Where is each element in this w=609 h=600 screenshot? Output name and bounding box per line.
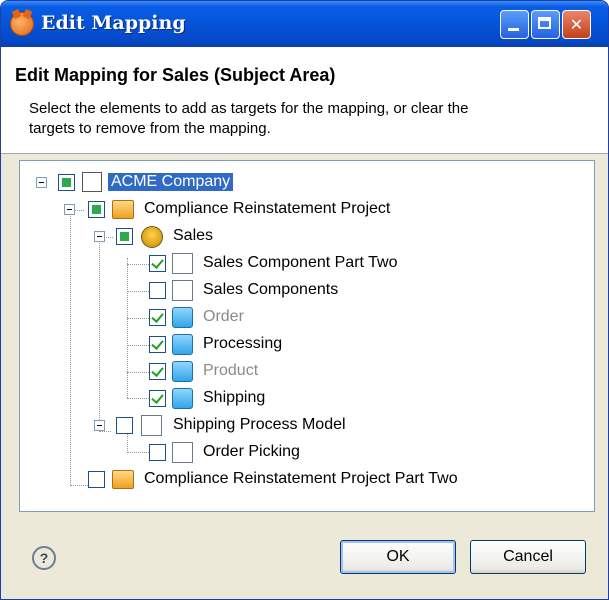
title-bar[interactable]: Edit Mapping ✕ [1, 1, 608, 47]
collapse-icon[interactable] [36, 177, 47, 188]
folder-icon [112, 470, 134, 489]
tree-row-product[interactable]: Product [20, 360, 580, 384]
tree-row-compliance-project-part-two[interactable]: Compliance Reinstatement Project Part Tw… [20, 468, 580, 492]
tree-row-order-picking[interactable]: Order Picking [20, 441, 580, 465]
checkbox[interactable] [116, 228, 133, 245]
checkbox[interactable] [149, 309, 166, 326]
checkbox[interactable] [88, 201, 105, 218]
checkbox[interactable] [149, 255, 166, 272]
tree-item-label: Sales Component Part Two [203, 254, 398, 271]
mapping-tree[interactable]: ACME Company Compliance Reinstatement Pr… [19, 160, 595, 512]
tree-item-label: Sales Components [203, 281, 339, 298]
entity-icon [172, 334, 193, 355]
checkbox[interactable] [149, 390, 166, 407]
help-icon[interactable]: ? [32, 546, 56, 570]
maximize-button[interactable] [531, 10, 560, 39]
checkbox[interactable] [149, 336, 166, 353]
checkbox[interactable] [149, 444, 166, 461]
component-icon [172, 253, 193, 274]
subject-area-icon [141, 226, 163, 248]
checkbox[interactable] [58, 174, 75, 191]
tree-item-label: ACME Company [108, 173, 234, 191]
tree-item-label: Compliance Reinstatement Project Part Tw… [144, 470, 458, 487]
dialog-heading: Edit Mapping for Sales (Subject Area) [15, 65, 336, 85]
app-icon [11, 13, 33, 35]
tree-item-label: Sales [173, 227, 214, 244]
company-icon [82, 172, 102, 192]
tree-row-order[interactable]: Order [20, 306, 580, 330]
entity-icon [172, 388, 193, 409]
tree-row-sales-components[interactable]: Sales Components [20, 279, 580, 303]
tree-row-processing[interactable]: Processing [20, 333, 580, 357]
minimize-button[interactable] [500, 10, 529, 39]
collapse-icon[interactable] [94, 420, 105, 431]
component-icon [172, 280, 193, 301]
entity-icon [172, 361, 193, 382]
tree-row-compliance-project[interactable]: Compliance Reinstatement Project [20, 198, 580, 222]
tree-item-label: Shipping Process Model [173, 416, 346, 433]
minimize-icon [508, 28, 519, 31]
checkbox[interactable] [149, 363, 166, 380]
tree-item-label: Order Picking [203, 443, 300, 460]
close-button[interactable]: ✕ [562, 10, 591, 39]
process-icon [172, 442, 193, 463]
checkbox[interactable] [149, 282, 166, 299]
dialog-footer: ? OK Cancel [1, 521, 608, 599]
close-icon: ✕ [569, 15, 584, 34]
tree-row-acme-company[interactable]: ACME Company [20, 171, 580, 195]
checkbox[interactable] [88, 471, 105, 488]
window-title: Edit Mapping [41, 12, 186, 34]
dialog-description: Select the elements to add as targets fo… [29, 100, 469, 137]
entity-icon [172, 307, 193, 328]
collapse-icon[interactable] [64, 204, 75, 215]
tree-item-label: Product [203, 362, 259, 379]
edit-mapping-dialog: Edit Mapping ✕ Edit Mapping for Sales (S… [0, 0, 609, 600]
folder-icon [112, 200, 134, 219]
maximize-icon [538, 17, 551, 29]
tree-row-sales[interactable]: Sales [20, 225, 580, 249]
collapse-icon[interactable] [94, 231, 105, 242]
checkbox[interactable] [116, 417, 133, 434]
cancel-button[interactable]: Cancel [470, 540, 586, 574]
ok-button[interactable]: OK [340, 540, 456, 574]
tree-item-label: Order [203, 308, 244, 325]
tree-row-sales-component-part-two[interactable]: Sales Component Part Two [20, 252, 580, 276]
tree-row-shipping-process-model[interactable]: Shipping Process Model [20, 414, 580, 438]
tree-item-label: Compliance Reinstatement Project [144, 200, 391, 217]
dialog-header: Edit Mapping for Sales (Subject Area) Se… [1, 47, 608, 154]
tree-item-label: Shipping [203, 389, 266, 406]
tree-item-label: Processing [203, 335, 283, 352]
process-model-icon [141, 415, 162, 436]
tree-row-shipping[interactable]: Shipping [20, 387, 580, 411]
